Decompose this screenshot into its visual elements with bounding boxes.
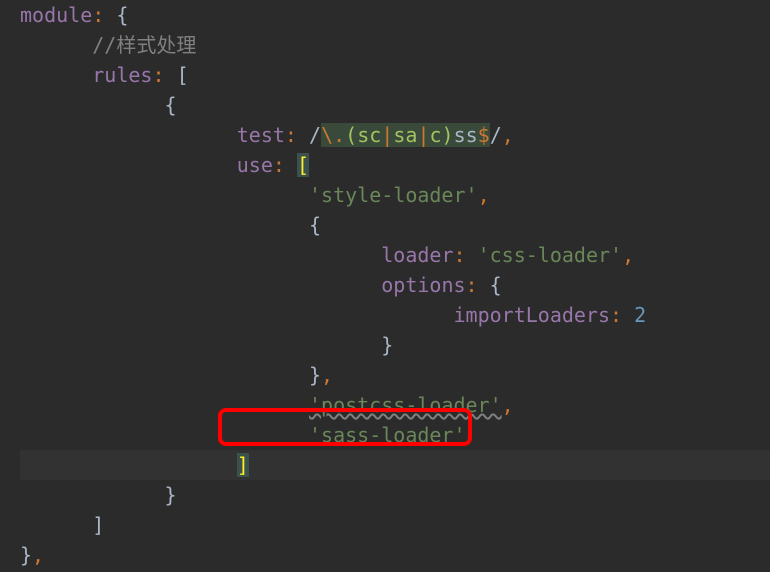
key-rules: rules xyxy=(92,63,152,87)
code-line: module: { xyxy=(20,0,770,30)
code-line: importLoaders: 2 xyxy=(20,300,770,330)
code-line: } xyxy=(20,480,770,510)
string-css-loader: 'css-loader' xyxy=(478,243,623,267)
comment: //样式处理 xyxy=(92,33,196,57)
key-module: module xyxy=(20,3,92,27)
key-use: use xyxy=(237,153,273,177)
string-sass-loader: 'sass-loader' xyxy=(309,423,466,447)
code-line: ] xyxy=(20,510,770,540)
code-line: loader: 'css-loader', xyxy=(20,240,770,270)
code-line: rules: [ xyxy=(20,60,770,90)
code-line: //样式处理 xyxy=(20,30,770,60)
key-options: options xyxy=(381,273,465,297)
string-postcss-loader: 'postcss-loader' xyxy=(309,393,502,417)
code-line-cursor: ] xyxy=(20,450,770,480)
code-line: }, xyxy=(20,540,770,570)
key-import-loaders: importLoaders xyxy=(453,303,610,327)
code-line: test: /\.(sc|sa|c)ss$/, xyxy=(20,120,770,150)
key-test: test xyxy=(237,123,285,147)
code-line: }, xyxy=(20,360,770,390)
code-line: 'sass-loader' xyxy=(20,420,770,450)
number-import-loaders: 2 xyxy=(634,303,646,327)
code-line: { xyxy=(20,90,770,120)
string-style-loader: 'style-loader' xyxy=(309,183,478,207)
code-editor[interactable]: module: { //样式处理 rules: [ { test: /\.(sc… xyxy=(20,0,770,570)
code-line: 'postcss-loader', xyxy=(20,390,770,420)
code-line: } xyxy=(20,330,770,360)
code-line: use: [ xyxy=(20,150,770,180)
code-line: options: { xyxy=(20,270,770,300)
key-loader: loader xyxy=(381,243,453,267)
code-line: { xyxy=(20,210,770,240)
code-line: 'style-loader', xyxy=(20,180,770,210)
